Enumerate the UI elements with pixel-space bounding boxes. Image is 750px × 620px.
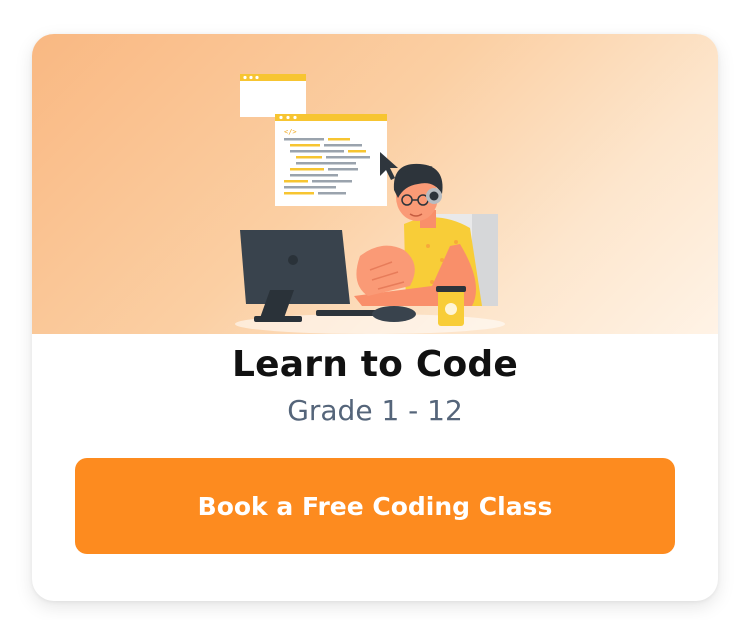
grade-range: Grade 1 - 12 xyxy=(287,394,463,427)
svg-text:</>: </> xyxy=(284,128,297,136)
browser-window-small-icon xyxy=(240,74,306,117)
course-card: </> Learn to Code Grade 1 - 12 Book a Fr… xyxy=(32,34,718,601)
card-title: Learn to Code xyxy=(232,344,518,385)
coffee-cup-icon xyxy=(436,286,466,326)
hero-banner: </> xyxy=(32,34,718,334)
monitor-icon xyxy=(240,230,350,322)
person-coding-illustration: </> xyxy=(235,74,505,334)
book-free-class-button[interactable]: Book a Free Coding Class xyxy=(75,458,675,554)
code-editor-window-icon: </> xyxy=(275,114,387,206)
